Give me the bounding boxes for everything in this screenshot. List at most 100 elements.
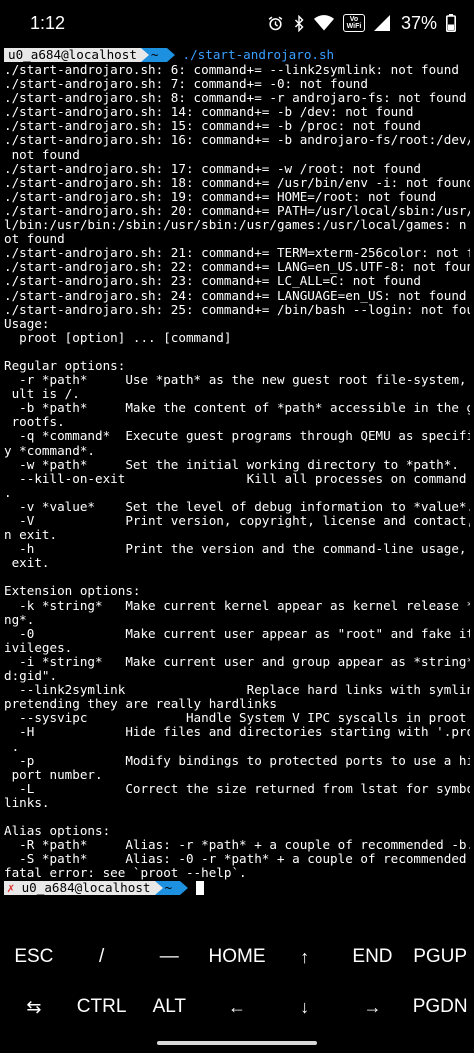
text-cursor[interactable] bbox=[196, 881, 205, 896]
output-line: -h Print the version and the command-lin… bbox=[4, 542, 470, 557]
down-arrow-key[interactable]: ↓ bbox=[271, 982, 339, 1032]
output-line: ./start-androjaro.sh: 15: command+= -b /… bbox=[4, 119, 422, 134]
alarm-icon bbox=[267, 15, 284, 32]
wifi-icon bbox=[313, 15, 334, 31]
output-line: ./start-androjaro.sh: 20: command+= PATH… bbox=[4, 203, 470, 218]
output-line: Alias options: bbox=[4, 824, 111, 839]
tab-key[interactable]: ⇆ bbox=[0, 982, 68, 1032]
status-bar: 1:12 Vo WiFi 37% bbox=[0, 0, 474, 46]
output-line: -H Hide files and directories starting w… bbox=[4, 725, 470, 740]
output-line: ./start-androjaro.sh: 23: command+= LC_A… bbox=[4, 274, 422, 289]
pgdn-key[interactable]: PGDN bbox=[406, 982, 474, 1032]
output-line: --kill-on-exit Kill all processes on com… bbox=[4, 471, 470, 486]
navigation-bar bbox=[0, 1032, 474, 1053]
output-line: -0 Make current user appear as "root" an… bbox=[4, 626, 470, 641]
output-line: ult is /. bbox=[4, 387, 80, 402]
output-line: -S *path* Alias: -0 -r *path* + a couple… bbox=[4, 852, 470, 867]
output-line: -r *path* Use *path* as the new guest ro… bbox=[4, 373, 470, 388]
command-prompt: u0_a684@localhost ~ ./start-androjaro.sh bbox=[4, 47, 470, 63]
output-line: . bbox=[4, 739, 20, 754]
output-line: links. bbox=[4, 795, 50, 810]
prompt-user: u0_a684@localhost bbox=[17, 881, 155, 896]
output-line: -v *value* Set the level of debug inform… bbox=[4, 499, 470, 514]
output-line: ivileges. bbox=[4, 640, 73, 655]
esc-key[interactable]: ESC bbox=[0, 932, 68, 982]
status-icons: Vo WiFi 37% bbox=[267, 13, 456, 34]
output-line: -i *string* Make current user and group … bbox=[4, 654, 470, 669]
output-line: not found bbox=[4, 147, 80, 162]
wifi-label: WiFi bbox=[346, 23, 362, 30]
output-line: -b *path* Make the content of *path* acc… bbox=[4, 401, 470, 416]
slash-key[interactable]: / bbox=[68, 932, 136, 982]
error-status-icon: ✗ bbox=[4, 881, 18, 896]
prompt-directory: ~ bbox=[154, 880, 181, 896]
left-arrow-key[interactable]: ← bbox=[203, 982, 271, 1032]
bluetooth-icon bbox=[293, 14, 305, 32]
output-line: --sysvipc Handle System V IPC syscalls i… bbox=[4, 711, 467, 726]
battery-percent: 37% bbox=[400, 12, 437, 33]
prompt-arrow-icon bbox=[166, 48, 175, 62]
output-line: ./start-androjaro.sh: 24: command+= LANG… bbox=[4, 288, 467, 303]
prompt-user: u0_a684@localhost bbox=[4, 48, 141, 62]
output-line: ./start-androjaro.sh: 25: command+= /bin… bbox=[4, 302, 470, 317]
extra-keys-bar: ESC / — HOME ↑ END PGUP ⇆ CTRL ALT ← ↓ → PGDN bbox=[0, 932, 474, 1032]
output-line: Usage: bbox=[4, 316, 50, 331]
output-line: ./start-androjaro.sh: 18: command+= /usr… bbox=[4, 175, 470, 190]
output-line: rootfs. bbox=[4, 415, 65, 430]
output-line: l/bin:/usr/bin:/sbin:/usr/sbin:/usr/game… bbox=[4, 218, 467, 233]
output-line: ng*. bbox=[4, 612, 35, 627]
status-time: 1:12 bbox=[30, 12, 66, 33]
home-key[interactable]: HOME bbox=[203, 932, 271, 982]
output-line: -k *string* Make current kernel appear a… bbox=[4, 598, 470, 613]
output-line: . bbox=[4, 485, 12, 500]
prompt-dir-text: ~ bbox=[164, 880, 173, 896]
extra-keys-row-2: ⇆ CTRL ALT ← ↓ → PGDN bbox=[0, 982, 474, 1032]
end-key[interactable]: END bbox=[339, 932, 407, 982]
output-line: -R *path* Alias: -r *path* + a couple of… bbox=[4, 838, 470, 853]
right-arrow-key[interactable]: → bbox=[339, 982, 407, 1032]
terminal-output: ./start-androjaro.sh: 6: command+= --lin… bbox=[4, 63, 470, 880]
pgup-key[interactable]: PGUP bbox=[406, 932, 474, 982]
output-line: fatal error: see `proot --help`. bbox=[4, 866, 247, 881]
output-line: -q *command* Execute guest programs thro… bbox=[4, 429, 470, 444]
active-prompt[interactable]: ✗ u0_a684@localhost ~ bbox=[4, 880, 470, 896]
output-line: y *command*. bbox=[4, 443, 95, 458]
output-line: pretending they are really hardlinks bbox=[4, 697, 277, 712]
output-line: ./start-androjaro.sh: 19: command+= HOME… bbox=[4, 189, 437, 204]
output-line: ./start-androjaro.sh: 8: command+= -r an… bbox=[4, 91, 467, 106]
output-line: ./start-androjaro.sh: 22: command+= LANG… bbox=[4, 260, 470, 275]
output-line: -p Modify bindings to protected ports to… bbox=[4, 753, 470, 768]
output-line: n exit. bbox=[4, 528, 58, 543]
output-line: d:gid". bbox=[4, 669, 58, 684]
output-line: exit. bbox=[4, 556, 50, 571]
output-line: -L Correct the size returned from lstat … bbox=[4, 781, 470, 796]
prompt-command: ./start-androjaro.sh bbox=[182, 46, 335, 62]
output-line: ./start-androjaro.sh: 14: command+= -b /… bbox=[4, 105, 414, 120]
output-line: ./start-androjaro.sh: 17: command+= -w /… bbox=[4, 161, 422, 176]
home-gesture-handle[interactable] bbox=[157, 1041, 317, 1045]
volte-label: Vo bbox=[349, 16, 359, 23]
volte-wifi-icon: Vo WiFi bbox=[342, 14, 365, 32]
prompt-arrow-icon bbox=[180, 881, 189, 896]
output-line: ./start-androjaro.sh: 6: command+= --lin… bbox=[4, 63, 459, 77]
prompt-dir-text: ~ bbox=[150, 47, 159, 62]
output-line: ./start-androjaro.sh: 7: command+= -0: n… bbox=[4, 77, 368, 92]
output-line: Extension options: bbox=[4, 584, 141, 599]
output-line: ot found bbox=[4, 232, 65, 247]
output-line: port number. bbox=[4, 767, 103, 782]
ctrl-key[interactable]: CTRL bbox=[68, 982, 136, 1032]
terminal-view[interactable]: u0_a684@localhost ~ ./start-androjaro.sh… bbox=[0, 46, 474, 926]
output-line: --link2symlink Replace hard links with s… bbox=[4, 683, 470, 698]
output-line: -w *path* Set the initial working direct… bbox=[4, 457, 459, 472]
dash-key[interactable]: — bbox=[135, 932, 203, 982]
output-line: ./start-androjaro.sh: 16: command+= -b a… bbox=[4, 133, 470, 148]
up-arrow-key[interactable]: ↑ bbox=[271, 932, 339, 982]
signal-icon bbox=[373, 15, 390, 31]
output-line: ./start-androjaro.sh: 21: command+= TERM… bbox=[4, 246, 470, 261]
extra-keys-row-1: ESC / — HOME ↑ END PGUP bbox=[0, 932, 474, 982]
alt-key[interactable]: ALT bbox=[135, 982, 203, 1032]
output-line: -V Print version, copyright, license and… bbox=[4, 514, 470, 528]
